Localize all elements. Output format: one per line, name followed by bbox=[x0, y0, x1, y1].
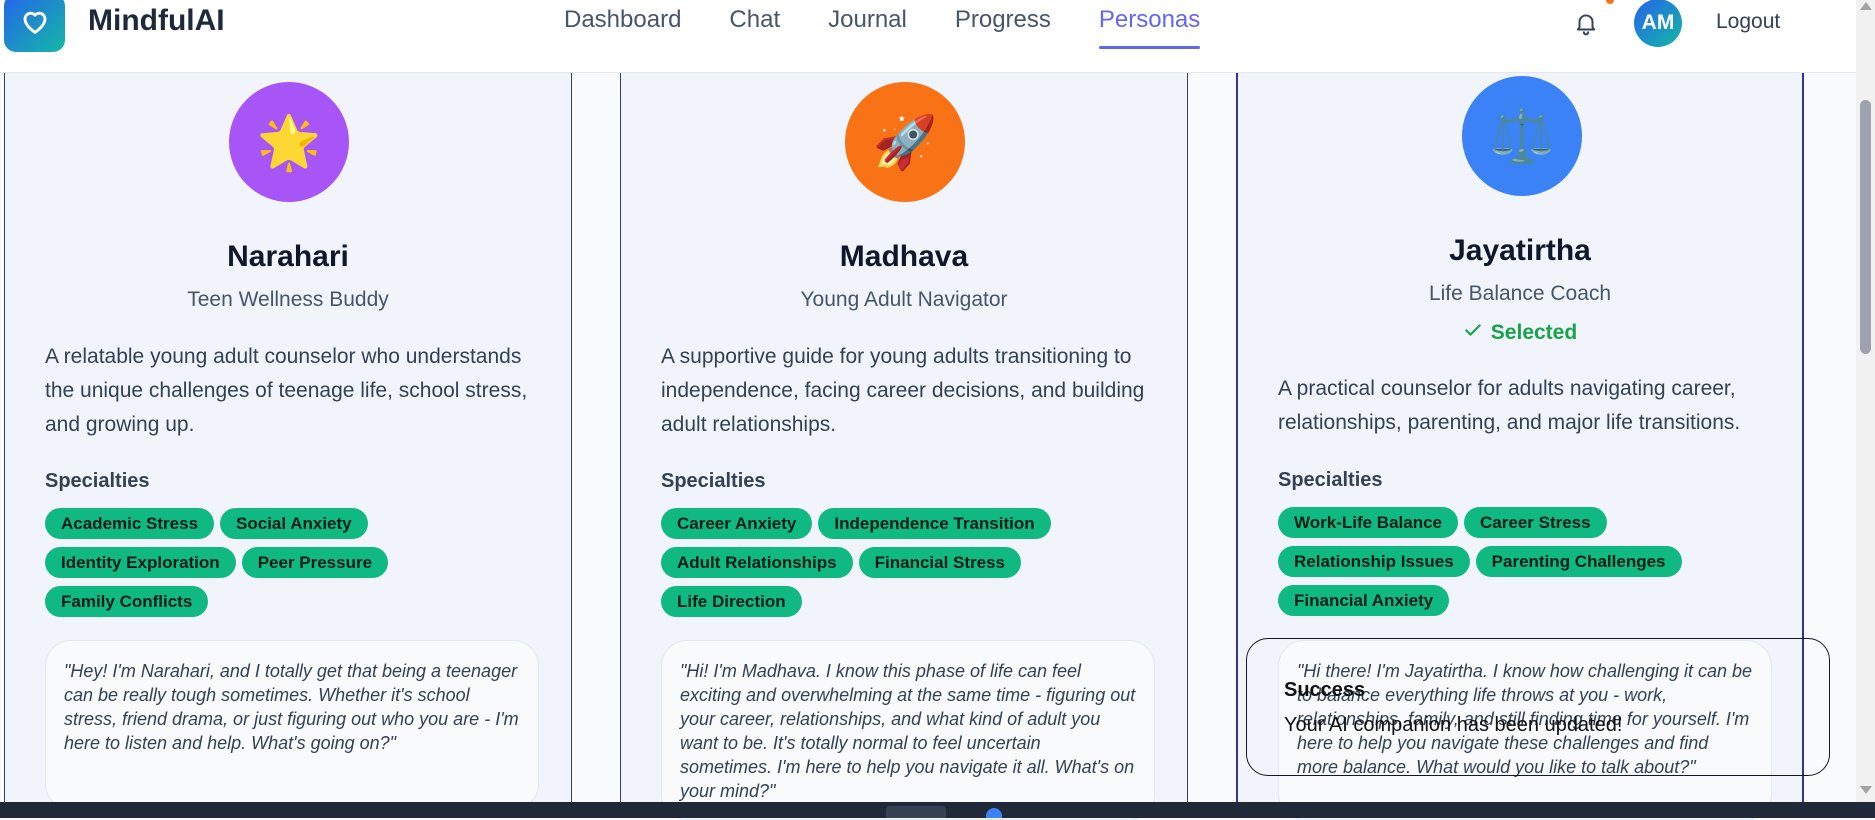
top-navigation-bar: MindfulAI Dashboard Chat Journal Progres… bbox=[0, 0, 1856, 73]
persona-role: Young Adult Navigator bbox=[800, 288, 1008, 311]
persona-description: A practical counselor for adults navigat… bbox=[1278, 377, 1741, 434]
nav-chat[interactable]: Chat bbox=[729, 6, 780, 46]
specialty-tag: Parenting Challenges bbox=[1475, 546, 1682, 577]
specialties-tags: Career Anxiety Independence Transition A… bbox=[661, 508, 1091, 617]
specialty-tag: Identity Exploration bbox=[45, 547, 236, 578]
persona-name: Narahari bbox=[227, 240, 349, 273]
persona-emoji: ⚖️ bbox=[1489, 107, 1555, 166]
nav-personas[interactable]: Personas bbox=[1098, 6, 1201, 49]
specialty-tag: Financial Stress bbox=[858, 547, 1022, 578]
persona-description: A relatable young adult counselor who un… bbox=[45, 345, 528, 436]
specialty-tag: Adult Relationships bbox=[661, 547, 853, 578]
specialty-tag: Independence Transition bbox=[818, 508, 1051, 539]
specialty-tag: Social Anxiety bbox=[220, 508, 368, 539]
star-icon: 🌟 bbox=[229, 82, 349, 202]
persona-card-narahari[interactable]: 🌟 Narahari Teen Wellness Buddy A relatab… bbox=[4, 72, 572, 818]
specialty-tag: Life Direction bbox=[661, 586, 802, 617]
scroll-down-arrow-icon[interactable] bbox=[1860, 786, 1872, 794]
taskbar-app-icon[interactable] bbox=[886, 806, 946, 818]
specialty-tag: Family Conflicts bbox=[45, 586, 209, 617]
rocket-icon: 🚀 bbox=[845, 82, 965, 202]
scroll-up-arrow-icon[interactable] bbox=[1860, 2, 1872, 10]
specialty-tag: Career Anxiety bbox=[661, 508, 813, 539]
app-logo[interactable] bbox=[4, 0, 65, 52]
specialties-heading: Specialties bbox=[45, 470, 150, 492]
avatar[interactable]: AM bbox=[1634, 0, 1682, 47]
notification-dot bbox=[1606, 0, 1614, 4]
persona-emoji: 🚀 bbox=[872, 113, 938, 172]
heart-icon bbox=[19, 5, 51, 42]
success-toast[interactable]: Success Your AI companion has been updat… bbox=[1246, 638, 1830, 776]
persona-name: Madhava bbox=[839, 240, 969, 273]
persona-name: Jayatirtha bbox=[1449, 234, 1591, 267]
persona-role: Teen Wellness Buddy bbox=[187, 288, 389, 311]
selected-label: Selected bbox=[1490, 321, 1578, 344]
scales-icon: ⚖️ bbox=[1462, 76, 1582, 196]
persona-greeting-quote: "Hi! I'm Madhava. I know this phase of l… bbox=[661, 640, 1155, 820]
specialty-tag: Work-Life Balance bbox=[1278, 507, 1459, 538]
specialty-tag: Financial Anxiety bbox=[1278, 585, 1450, 616]
selected-indicator: Selected bbox=[1238, 320, 1802, 346]
scrollbar-thumb[interactable] bbox=[1860, 100, 1871, 354]
specialty-tag: Career Stress bbox=[1464, 507, 1607, 538]
main-nav: Dashboard Chat Journal Progress Personas bbox=[564, 6, 1248, 49]
specialties-heading: Specialties bbox=[1278, 469, 1383, 491]
persona-greeting-quote: "Hey! I'm Narahari, and I totally get th… bbox=[45, 640, 539, 810]
specialty-tag: Relationship Issues bbox=[1278, 546, 1470, 577]
bell-icon[interactable] bbox=[1573, 10, 1599, 36]
persona-description: A supportive guide for young adults tran… bbox=[661, 345, 1145, 436]
persona-emoji: 🌟 bbox=[256, 113, 322, 172]
specialty-tag: Academic Stress bbox=[45, 508, 215, 539]
nav-dashboard[interactable]: Dashboard bbox=[564, 6, 681, 46]
specialties-tags: Academic Stress Social Anxiety Identity … bbox=[45, 508, 445, 617]
logout-button[interactable]: Logout bbox=[1716, 10, 1780, 34]
specialties-heading: Specialties bbox=[661, 470, 766, 492]
persona-card-madhava[interactable]: 🚀 Madhava Young Adult Navigator A suppor… bbox=[620, 72, 1188, 820]
nav-progress[interactable]: Progress bbox=[955, 6, 1051, 46]
vertical-scrollbar[interactable] bbox=[1856, 0, 1875, 802]
brand-name: MindfulAI bbox=[88, 4, 225, 37]
toast-message: Your AI companion has been updated! bbox=[1284, 714, 1623, 736]
specialties-tags: Work-Life Balance Career Stress Relation… bbox=[1278, 507, 1708, 616]
nav-journal[interactable]: Journal bbox=[828, 6, 907, 46]
specialty-tag: Peer Pressure bbox=[241, 547, 389, 578]
persona-role: Life Balance Coach bbox=[1428, 282, 1612, 305]
taskbar-app-icon[interactable] bbox=[986, 808, 1002, 818]
toast-title: Success bbox=[1284, 679, 1366, 701]
checkmark-icon bbox=[1463, 320, 1483, 346]
